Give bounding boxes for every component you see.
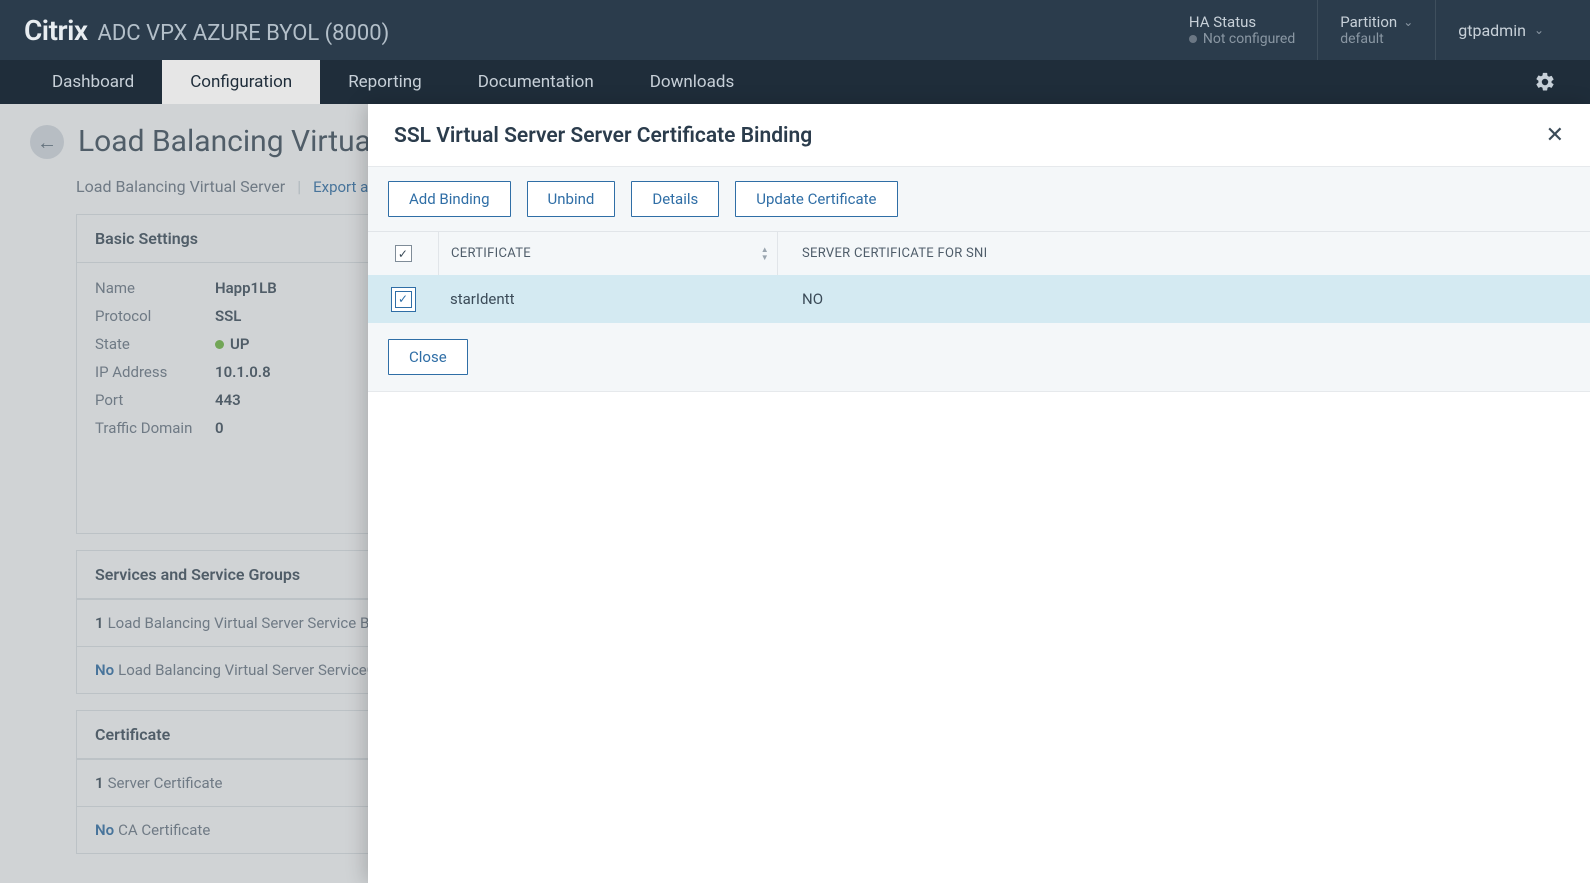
header-right: HA Status Not configured Partition ⌄ def… (1167, 0, 1566, 60)
tab-downloads[interactable]: Downloads (622, 60, 762, 104)
cell-sni: NO (778, 290, 1590, 308)
modal-title: SSL Virtual Server Server Certificate Bi… (394, 124, 812, 148)
brand-sub: ADC VPX AZURE BYOL (8000) (98, 21, 390, 46)
partition-value: default (1340, 31, 1413, 47)
user-name: gtpadmin (1458, 21, 1526, 40)
row-checkbox[interactable]: ✓ (395, 291, 412, 308)
status-up-icon (215, 340, 224, 349)
brand: Citrix ADC VPX AZURE BYOL (8000) (24, 14, 389, 47)
chevron-down-icon: ⌄ (1403, 15, 1413, 29)
tab-configuration[interactable]: Configuration (162, 60, 320, 104)
col-certificate[interactable]: CERTIFICATE ▲▼ (438, 232, 778, 275)
user-menu[interactable]: gtpadmin ⌄ (1435, 0, 1566, 60)
col-sni[interactable]: SERVER CERTIFICATE FOR SNI (778, 246, 1590, 261)
select-all-checkbox[interactable]: ✓ (395, 245, 412, 262)
table-header: ✓ CERTIFICATE ▲▼ SERVER CERTIFICATE FOR … (368, 231, 1590, 275)
update-certificate-button[interactable]: Update Certificate (735, 181, 897, 217)
back-button[interactable]: ← (30, 125, 64, 159)
ha-status: HA Status Not configured (1167, 0, 1317, 60)
arrow-left-icon: ← (37, 132, 57, 152)
binding-table: ✓ CERTIFICATE ▲▼ SERVER CERTIFICATE FOR … (368, 231, 1590, 323)
add-binding-button[interactable]: Add Binding (388, 181, 511, 217)
brand-main: Citrix (24, 14, 88, 47)
unbind-button[interactable]: Unbind (527, 181, 616, 217)
partition-selector[interactable]: Partition ⌄ default (1317, 0, 1435, 60)
brand-bar: Citrix ADC VPX AZURE BYOL (8000) HA Stat… (0, 0, 1590, 60)
close-icon[interactable]: ✕ (1546, 125, 1564, 147)
settings-button[interactable] (1524, 60, 1566, 104)
chevron-down-icon: ⌄ (1534, 23, 1544, 37)
sort-icon: ▲▼ (761, 246, 769, 261)
table-row[interactable]: ✓ starIdentt NO (368, 275, 1590, 323)
details-button[interactable]: Details (631, 181, 719, 217)
modal-toolbar: Add Binding Unbind Details Update Certif… (368, 167, 1590, 231)
tab-dashboard[interactable]: Dashboard (24, 60, 162, 104)
cell-certificate: starIdentt (438, 290, 778, 308)
tab-documentation[interactable]: Documentation (450, 60, 622, 104)
close-button[interactable]: Close (388, 339, 468, 375)
cert-binding-modal: SSL Virtual Server Server Certificate Bi… (368, 104, 1590, 883)
tab-reporting[interactable]: Reporting (320, 60, 450, 104)
gear-icon (1534, 71, 1556, 93)
breadcrumb-item: Load Balancing Virtual Server (76, 177, 285, 196)
status-dot-icon (1189, 35, 1197, 43)
ha-status-label: HA Status (1189, 13, 1295, 31)
partition-label: Partition (1340, 13, 1397, 31)
ha-status-value: Not configured (1189, 31, 1295, 47)
nav-bar: Dashboard Configuration Reporting Docume… (0, 60, 1590, 104)
